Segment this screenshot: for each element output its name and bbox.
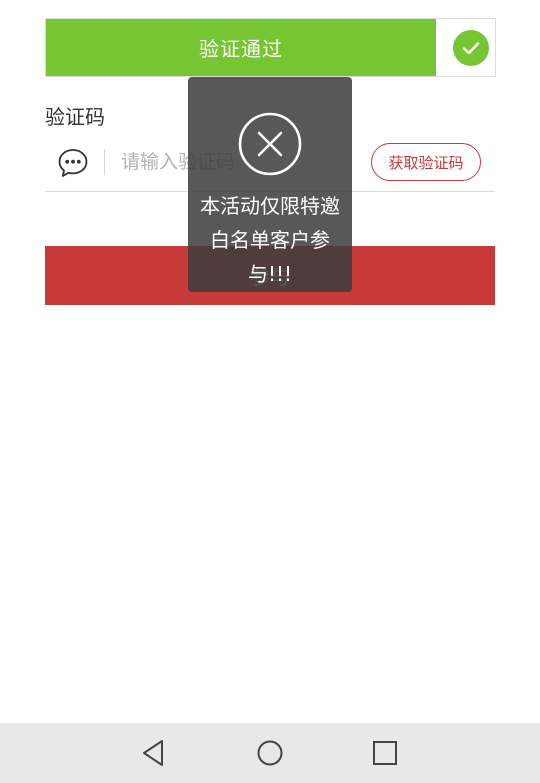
get-code-button[interactable]: 获取验证码 <box>371 143 481 181</box>
verify-status: 验证通过 <box>46 19 436 76</box>
close-circle-icon <box>238 112 302 176</box>
page: 验证通过 验证码 获取验证码 参与 本活动仅限特邀白名单客户参与!!! <box>0 0 540 783</box>
toast: 本活动仅限特邀白名单客户参与!!! <box>188 77 352 292</box>
toast-message: 本活动仅限特邀白名单客户参与!!! <box>200 194 340 286</box>
home-circle-icon[interactable] <box>255 738 285 768</box>
recents-square-icon[interactable] <box>370 738 400 768</box>
code-label: 验证码 <box>45 105 105 129</box>
system-nav-bar <box>0 723 540 783</box>
input-divider <box>104 149 105 175</box>
verify-bar: 验证通过 <box>45 18 496 77</box>
back-triangle-icon[interactable] <box>140 738 170 768</box>
chat-bubble-icon <box>58 149 88 177</box>
verify-label: 验证通过 <box>199 37 283 61</box>
check-icon <box>453 30 489 66</box>
